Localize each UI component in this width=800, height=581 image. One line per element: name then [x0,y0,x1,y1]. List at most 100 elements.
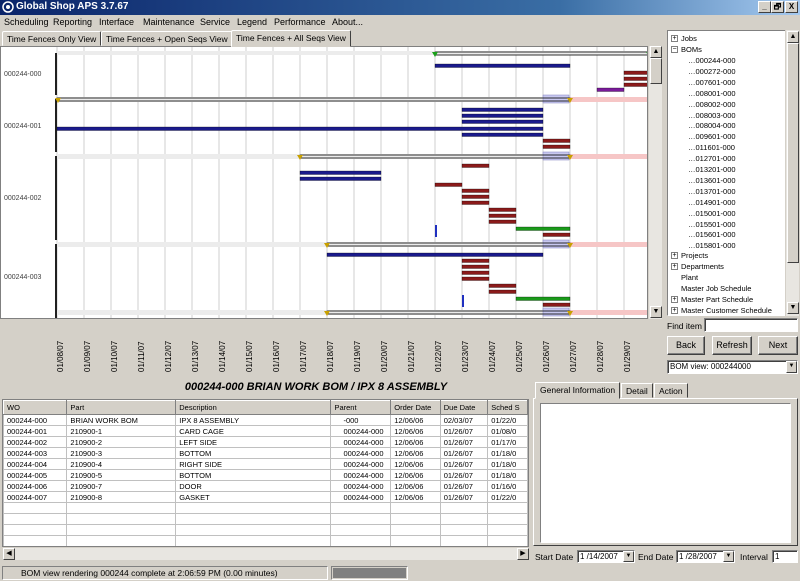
table-row[interactable]: 000244-003 210900-3 BOTTOM 000244-000 12/06/… [3,447,528,459]
start-date-picker[interactable]: 1 /14/2007 ▼ [577,550,635,563]
tree-node-bom[interactable]: …013201-000 [688,165,736,174]
tree-scroll-up[interactable]: ▲ [787,31,799,43]
tree-node-plant[interactable]: Plant [681,273,698,282]
tree-node-bom[interactable]: …015801-000 [688,241,736,250]
date-tick-label: 01/28/07 [596,340,605,372]
tab-general-information[interactable]: General Information [535,382,621,399]
table-hscrollbar[interactable]: ◀ ▶ [2,547,529,560]
tree-expander[interactable]: + [671,263,678,270]
menu-interface[interactable]: Interface [99,17,134,27]
jobs-expander[interactable]: + [671,35,678,42]
table-row[interactable] [3,502,528,514]
tab-time-fences-all-seqs[interactable]: Time Fences + All Seqs View [231,30,351,47]
item-tree[interactable]: + Jobs − BOMs …000244-000 …000272-000 …007… [667,30,798,316]
menu-scheduling[interactable]: Scheduling [4,17,49,27]
tree-node-bom[interactable]: …015001-000 [688,209,736,218]
scroll-down-button[interactable]: ▼ [650,306,662,318]
refresh-button[interactable]: Refresh [712,336,752,355]
menu-service[interactable]: Service [200,17,230,27]
table-row[interactable] [3,524,528,536]
column-header[interactable]: Description [175,400,332,415]
tree-expander[interactable]: + [671,252,678,259]
tree-node-bom[interactable]: …014901-000 [688,198,736,207]
tree-scroll-down[interactable]: ▼ [787,302,799,314]
menu-performance[interactable]: Performance [274,17,326,27]
tree-node-bom[interactable]: …012701-000 [688,154,736,163]
menu-maintenance[interactable]: Maintenance [143,17,195,27]
scroll-right-button[interactable]: ▶ [517,548,529,560]
chevron-down-icon[interactable]: ▼ [623,551,634,562]
tab-time-fences-open-seqs[interactable]: Time Fences + Open Seqs View [101,31,233,46]
scroll-left-button[interactable]: ◀ [3,548,15,560]
close-button[interactable]: X [785,1,798,13]
table-row[interactable]: 000244-002 210900-2 LEFT SIDE 000244-000 12/… [3,436,528,448]
tree-node-master-customer-schedule[interactable]: Master Customer Schedule [681,306,772,315]
table-row[interactable]: 000244-000 BRIAN WORK BOM IPX 8 ASSEMBLY -0… [3,414,528,426]
column-header[interactable]: Sched S [487,400,528,415]
scroll-up-button[interactable]: ▲ [650,46,662,58]
interval-input[interactable]: 1 [772,550,798,563]
blue-bar [461,119,544,124]
tree-node-bom[interactable]: …015601-000 [688,230,736,239]
work-order-table[interactable]: WO Part Description Parent Order Date Due Dat… [2,399,529,547]
tree-node-master-part-schedule[interactable]: Master Part Schedule [681,295,753,304]
table-row[interactable] [3,535,528,546]
table-row[interactable]: 000244-005 210900-5 BOTTOM 000244-000 12/06/… [3,469,528,481]
table-row[interactable] [3,513,528,525]
column-header[interactable]: WO [3,400,68,415]
find-item-input[interactable] [704,318,798,332]
tree-expander[interactable]: + [671,296,678,303]
tree-node-bom[interactable]: …013701-000 [688,187,736,196]
tree-node-bom[interactable]: …000244-000 [688,56,736,65]
end-date-picker[interactable]: 1 /28/2007 ▼ [676,550,735,563]
menu-legend[interactable]: Legend [237,17,267,27]
tree-scroll-thumb[interactable] [787,43,799,263]
minimize-button[interactable]: _ [758,1,771,13]
table-row[interactable]: 000244-007 210900-8 GASKET 000244-000 12/06/… [3,491,528,503]
back-button[interactable]: Back [667,336,705,355]
menu-about[interactable]: About... [332,17,363,27]
restore-button[interactable]: 🗗 [771,1,784,13]
tree-node-bom[interactable]: …008002-000 [688,100,736,109]
tree-node-bom[interactable]: …009601-000 [688,132,736,141]
menu-reporting[interactable]: Reporting [53,17,92,27]
tree-node-bom[interactable]: …008003-000 [688,111,736,120]
tree-node-jobs[interactable]: Jobs [681,34,697,43]
boms-expander[interactable]: − [671,46,678,53]
column-header[interactable]: Part [66,400,177,415]
tree-node-master-job-schedule[interactable]: Master Job Schedule [681,284,751,293]
column-header[interactable]: Order Date [390,400,441,415]
tree-node-projects[interactable]: Projects [681,251,708,260]
gantt-chart[interactable]: 000244-000 000244-001 000244-002 000244-003 [0,46,648,319]
red-bar [461,194,490,199]
tree-node-bom[interactable]: …000272-000 [688,67,736,76]
table-row[interactable]: 000244-001 210900-1 CARD CAGE 000244-000 12/… [3,425,528,437]
tree-node-bom[interactable]: …008004-000 [688,121,736,130]
tree-scrollbar[interactable]: ▲ ▼ [785,30,799,316]
next-button[interactable]: Next [758,336,798,355]
tree-node-bom[interactable]: …011601-000 [688,143,735,152]
tab-action[interactable]: Action [654,383,688,398]
bom-view-select[interactable]: BOM view: 000244000 ▼ [667,360,798,374]
tree-node-bom[interactable]: …008001-000 [688,89,736,98]
column-header[interactable]: Parent [330,400,392,415]
tab-time-fences-only[interactable]: Time Fences Only View [2,31,102,46]
scroll-thumb[interactable] [650,58,662,84]
table-row[interactable]: 000244-006 210900-7 DOOR 000244-000 12/06/06… [3,480,528,492]
table-cell: LEFT SIDE [175,436,332,448]
tree-expander[interactable]: + [671,307,678,314]
date-tick-label: 01/14/07 [218,340,227,372]
gantt-scrollbar[interactable]: ▲ ▼ [648,46,662,319]
table-row[interactable]: 000244-004 210900-4 RIGHT SIDE 000244-000 12… [3,458,528,470]
tree-node-bom[interactable]: …007601-000 [688,78,736,87]
chevron-down-icon[interactable]: ▼ [786,361,797,373]
tab-detail[interactable]: Detail [621,383,653,398]
red-bar [461,200,490,205]
tree-node-boms[interactable]: BOMs [681,45,702,54]
gantt-canvas[interactable]: 000244-000 000244-001 000244-002 000244-003 [1,47,648,319]
tree-node-bom[interactable]: …015501-000 [688,220,736,229]
chevron-down-icon[interactable]: ▼ [723,551,734,562]
tree-node-departments[interactable]: Departments [681,262,724,271]
tree-node-bom[interactable]: …013601-000 [688,176,736,185]
column-header[interactable]: Due Date [439,400,489,415]
